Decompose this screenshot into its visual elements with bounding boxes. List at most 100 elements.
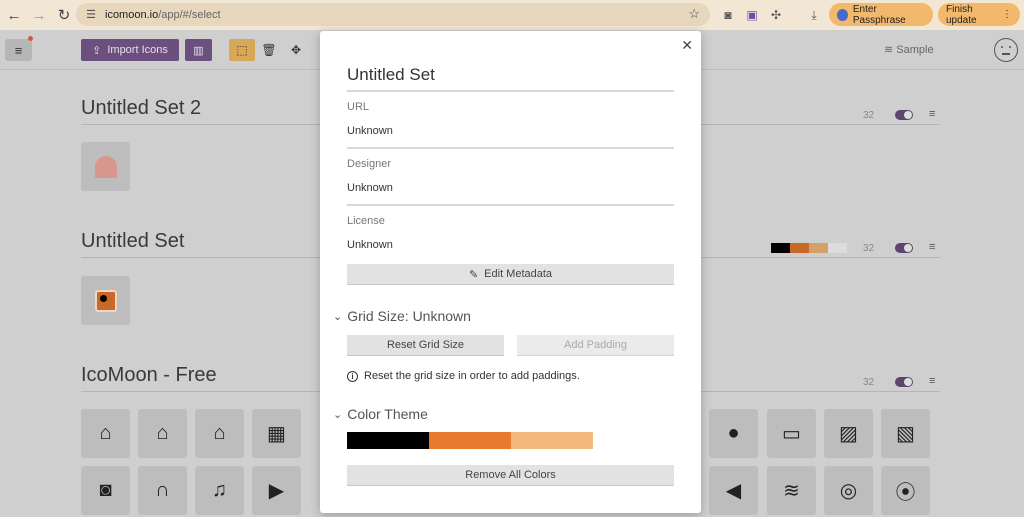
close-icon[interactable]: ✕ xyxy=(681,37,693,54)
pencil-icon: ✎ xyxy=(468,268,479,281)
set-menu-icon[interactable]: ≡ xyxy=(929,375,935,387)
extension-icon[interactable]: ▣ xyxy=(744,7,760,23)
license-field[interactable]: Unknown xyxy=(347,239,393,251)
color-theme-bar xyxy=(347,432,593,449)
designer-label: Designer xyxy=(347,158,392,170)
swatch xyxy=(828,243,847,253)
home-icon[interactable]: ⌂ xyxy=(81,409,130,458)
set-toggle[interactable] xyxy=(895,243,913,253)
edit-metadata-label: Edit Metadata xyxy=(484,268,553,280)
puzzle-extensions-icon[interactable]: ✣ xyxy=(768,7,784,23)
address-bar[interactable]: ☰ icomoon.io/app/#/select ☆ xyxy=(76,3,710,26)
droplet-icon[interactable]: ● xyxy=(709,409,758,458)
shape-icon xyxy=(94,155,117,178)
paint-roller-icon[interactable]: ▭ xyxy=(767,409,816,458)
play-icon[interactable]: ▶ xyxy=(252,466,301,515)
chevron-down-icon: ⌄ xyxy=(333,310,343,323)
back-icon[interactable]: ← xyxy=(3,4,25,26)
account-face-icon[interactable] xyxy=(994,38,1018,62)
set-toggle[interactable] xyxy=(895,377,913,387)
license-label: License xyxy=(347,215,385,227)
images-icon[interactable]: ▧ xyxy=(881,409,930,458)
url-label: URL xyxy=(347,101,370,113)
info-icon: i xyxy=(347,370,358,382)
delete-tool-button[interactable]: 🗑 xyxy=(256,39,282,61)
reset-grid-size-button[interactable]: Reset Grid Size xyxy=(347,335,504,356)
set-menu-icon[interactable]: ≡ xyxy=(929,108,935,120)
theme-color-swatch[interactable] xyxy=(511,432,593,449)
edit-metadata-button[interactable]: ✎ Edit Metadata xyxy=(347,264,674,285)
podcast-icon[interactable]: ◎ xyxy=(824,466,873,515)
bullhorn-icon[interactable]: ◀ xyxy=(709,466,758,515)
library-icon: ▥ xyxy=(193,44,204,57)
url-field[interactable]: Unknown xyxy=(347,125,393,137)
move-tool-button[interactable]: ✥ xyxy=(283,39,309,61)
color-theme-section-toggle[interactable]: ⌄ Color Theme xyxy=(333,406,428,422)
color-theme-heading: Color Theme xyxy=(347,406,428,422)
set-count: 32 xyxy=(863,243,875,254)
passphrase-button[interactable]: Enter Passphrase xyxy=(829,3,933,26)
reset-grid-label: Reset Grid Size xyxy=(386,339,465,351)
home3-icon[interactable]: ⌂ xyxy=(195,409,244,458)
set-toggle[interactable] xyxy=(895,110,913,120)
set-count: 32 xyxy=(863,377,875,388)
set-count: 32 xyxy=(863,110,875,121)
import-icons-button[interactable]: ⇪ Import Icons xyxy=(81,39,179,61)
reload-icon[interactable]: ↻ xyxy=(53,4,75,26)
icon-tile[interactable] xyxy=(81,276,130,325)
forward-icon[interactable]: → xyxy=(28,4,50,26)
designer-field[interactable]: Unknown xyxy=(347,182,393,194)
swatch xyxy=(809,243,828,253)
swatch xyxy=(790,243,809,253)
feed-icon[interactable]: ⦿ xyxy=(881,466,930,515)
icon-tile[interactable] xyxy=(81,142,130,191)
move-icon: ✥ xyxy=(290,43,302,57)
chevron-down-icon: ⌄ xyxy=(333,408,343,421)
url-path: /app/#/select xyxy=(158,8,221,21)
more-menu-icon[interactable]: ⋮ xyxy=(1002,9,1012,20)
bookmark-star-icon[interactable]: ☆ xyxy=(688,6,700,22)
grid-info-text: Reset the grid size in order to add padd… xyxy=(364,370,580,382)
home2-icon[interactable]: ⌂ xyxy=(138,409,187,458)
finish-update-button[interactable]: Finish update ⋮ xyxy=(938,3,1020,26)
set-title: IcoMoon - Free xyxy=(81,364,217,386)
main-menu-button[interactable]: ≡ xyxy=(5,39,32,61)
trash-icon: 🗑 xyxy=(261,43,277,57)
grid-size-section-toggle[interactable]: ⌄ Grid Size: Unknown xyxy=(333,308,471,324)
image-icon[interactable]: ▨ xyxy=(824,409,873,458)
office-icon[interactable]: ▦ xyxy=(252,409,301,458)
import-label: Import Icons xyxy=(107,44,168,56)
music-icon[interactable]: ♫ xyxy=(195,466,244,515)
download-icon[interactable]: ⤓ xyxy=(806,7,822,23)
remove-all-colors-button[interactable]: Remove All Colors xyxy=(347,465,674,486)
update-label: Finish update xyxy=(946,3,977,26)
camera-icon[interactable]: ◙ xyxy=(81,466,130,515)
set-title: Untitled Set 2 xyxy=(81,97,202,119)
set-name-input[interactable]: Untitled Set xyxy=(347,65,435,85)
passphrase-label: Enter Passphrase xyxy=(852,3,906,26)
divider xyxy=(347,90,674,92)
url-domain: icomoon.io xyxy=(105,8,159,21)
set-title: Untitled Set xyxy=(81,230,185,252)
upload-icon: ⇪ xyxy=(92,44,102,57)
theme-color-swatch[interactable] xyxy=(429,432,511,449)
set-menu-icon[interactable]: ≡ xyxy=(929,241,935,253)
notification-dot xyxy=(28,36,33,41)
site-settings-icon[interactable]: ☰ xyxy=(83,7,99,23)
library-button[interactable]: ▥ xyxy=(185,39,212,61)
sample-button[interactable]: ≋ Sample xyxy=(884,43,934,56)
camera-extension-icon[interactable]: ◙ xyxy=(720,7,736,23)
swatch xyxy=(771,243,790,253)
divider xyxy=(347,147,674,149)
grid-size-heading: Grid Size: Unknown xyxy=(347,308,471,324)
sample-label: Sample xyxy=(896,44,934,56)
select-tool-button[interactable]: ⬚ xyxy=(229,39,255,61)
set-properties-dialog: ✕ Untitled Set URL Unknown Designer Unkn… xyxy=(320,31,701,513)
add-padding-button[interactable]: Add Padding xyxy=(517,335,674,356)
profile-icon xyxy=(837,8,848,21)
remove-colors-label: Remove All Colors xyxy=(465,469,556,481)
headphones-icon[interactable]: ∩ xyxy=(138,466,187,515)
theme-color-swatch[interactable] xyxy=(347,432,429,449)
wifi-icon[interactable]: ≋ xyxy=(767,466,816,515)
color-swatches xyxy=(771,243,847,253)
